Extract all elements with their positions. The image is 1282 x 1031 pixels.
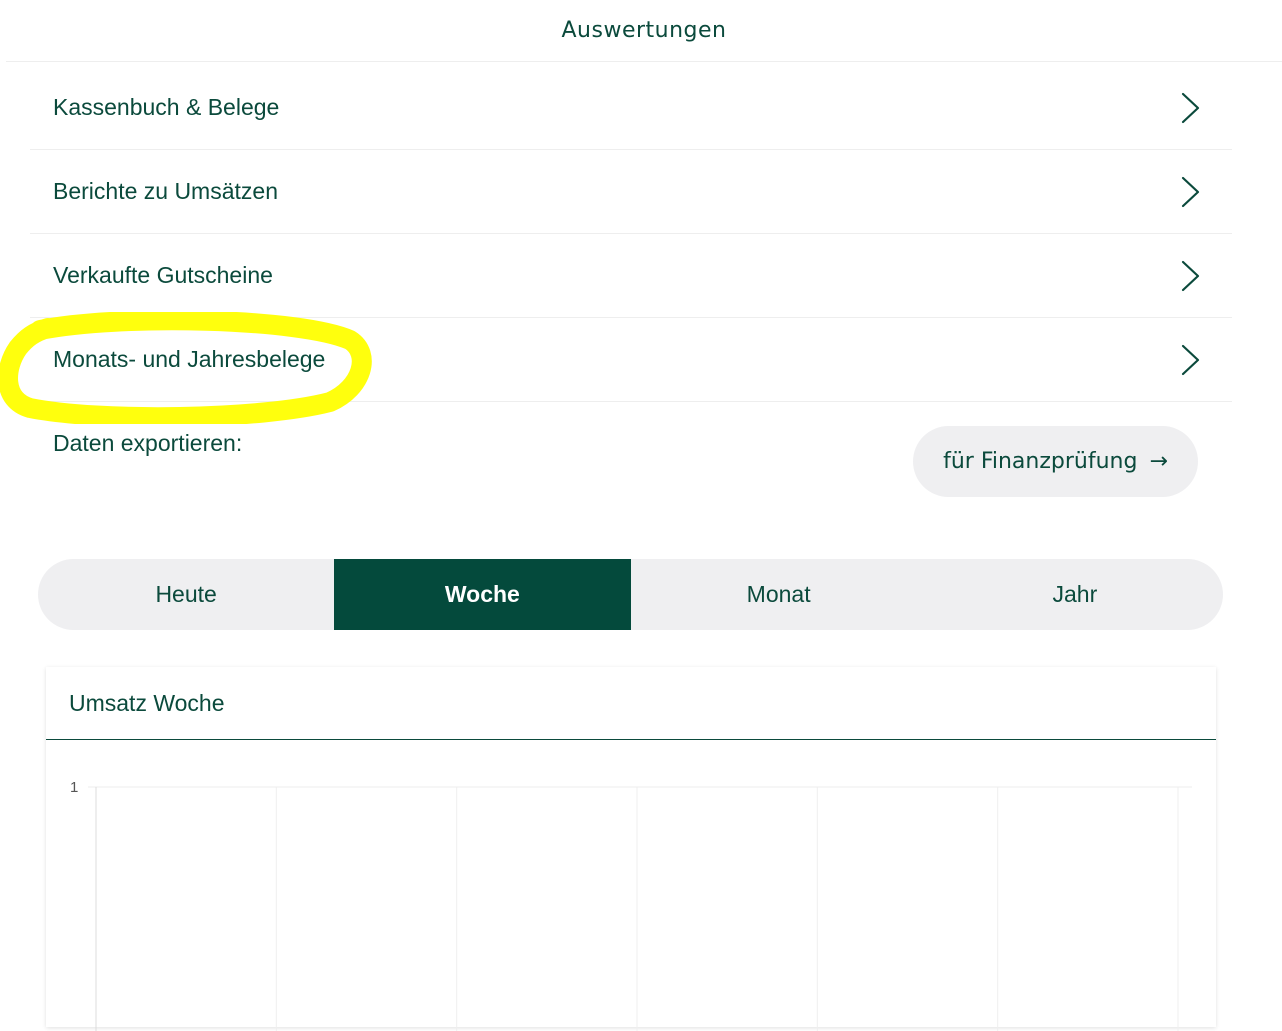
menu-item-label: Monats- und Jahresbelege: [53, 346, 326, 372]
card-header: Umsatz Woche: [46, 667, 1216, 740]
page-title: Auswertungen: [561, 18, 727, 43]
menu-item-label: Berichte zu Umsätzen: [53, 178, 278, 204]
chevron-right-icon: [1181, 260, 1200, 291]
export-button-label: für Finanzprüfung: [943, 449, 1138, 474]
chevron-right-icon: [1181, 344, 1200, 375]
revenue-card: Umsatz Woche 1: [46, 667, 1216, 1031]
revenue-chart: 1: [70, 779, 1192, 1031]
tab-heute[interactable]: Heute: [38, 559, 334, 630]
menu-item-monats-jahresbelege[interactable]: Monats- und Jahresbelege: [30, 318, 1232, 402]
y-tick-label: 1: [70, 779, 78, 796]
chevron-right-icon: [1181, 176, 1200, 207]
tab-monat[interactable]: Monat: [631, 559, 927, 630]
menu-item-label: Kassenbuch & Belege: [53, 94, 280, 120]
menu-item-label: Verkaufte Gutscheine: [53, 262, 273, 288]
report-menu: Kassenbuch & Belege Berichte zu Umsätzen…: [30, 66, 1232, 402]
export-label: Daten exportieren:: [53, 430, 243, 456]
export-finanzpruefung-button[interactable]: für Finanzprüfung →: [913, 426, 1198, 497]
page-header: Auswertungen: [6, 0, 1282, 62]
menu-item-berichte[interactable]: Berichte zu Umsätzen: [30, 150, 1232, 234]
tab-jahr[interactable]: Jahr: [927, 559, 1223, 630]
arrow-right-icon: →: [1149, 449, 1168, 474]
chevron-right-icon: [1181, 92, 1200, 123]
tab-woche[interactable]: Woche: [334, 559, 631, 630]
card-title: Umsatz Woche: [69, 689, 225, 716]
period-tabs: Heute Woche Monat Jahr: [38, 559, 1223, 630]
menu-item-gutscheine[interactable]: Verkaufte Gutscheine: [30, 234, 1232, 318]
menu-item-kassenbuch[interactable]: Kassenbuch & Belege: [30, 66, 1232, 150]
